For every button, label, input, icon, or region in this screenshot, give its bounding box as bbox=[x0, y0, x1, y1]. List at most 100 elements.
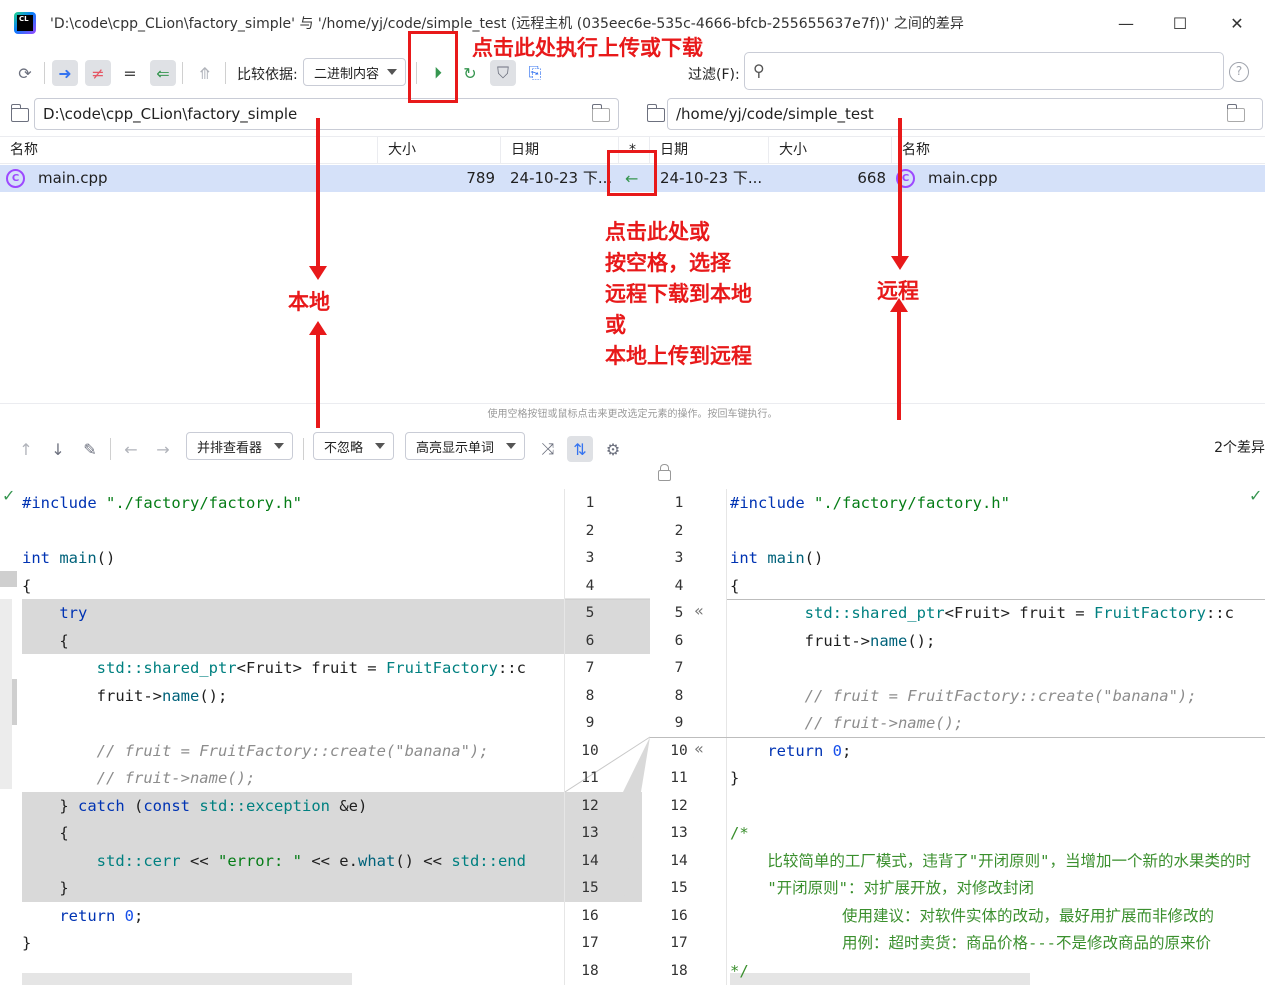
back-icon[interactable]: ← bbox=[118, 436, 144, 462]
file-date-right: 24-10-23 下... bbox=[660, 169, 763, 187]
line-number: 15 bbox=[581, 880, 599, 896]
remote-path-input[interactable]: /home/yj/code/simple_test bbox=[667, 98, 1263, 130]
col-size-left[interactable]: 大小 bbox=[378, 137, 501, 164]
line-number: 8 bbox=[674, 687, 684, 704]
annotation-execute: 点击此处执行上传或下载 bbox=[472, 36, 703, 60]
col-date-left[interactable]: 日期 bbox=[501, 137, 619, 164]
code-line: */ bbox=[730, 961, 749, 980]
refresh-icon[interactable]: ⟳ bbox=[12, 60, 38, 86]
window-title: 'D:\code\cpp_CLion\factory_simple' 与 '/h… bbox=[50, 16, 964, 32]
arrow-down-icon bbox=[309, 118, 327, 280]
annotation-local: 本地 bbox=[288, 290, 330, 314]
code-line: try bbox=[59, 604, 88, 622]
filter-input[interactable]: ⚲ bbox=[744, 52, 1224, 90]
hint-text: 使用空格按钮或鼠标点击来更改选定元素的操作。按回车键执行。 bbox=[487, 409, 778, 420]
line-number: 11 bbox=[581, 770, 599, 786]
viewer-select[interactable]: 并排查看器 bbox=[186, 432, 293, 460]
arrow-down-icon bbox=[891, 118, 909, 270]
col-name-left[interactable]: 名称 bbox=[0, 137, 378, 164]
code-line: // fruit->name(); bbox=[22, 769, 256, 787]
code-line: /* bbox=[730, 824, 749, 842]
line-number: 9 bbox=[585, 715, 595, 731]
line-number: 9 bbox=[674, 715, 684, 731]
highlight-select[interactable]: 高亮显示单词 bbox=[405, 432, 525, 460]
line-number: 4 bbox=[674, 577, 684, 594]
local-path-input[interactable]: D:\code\cpp_CLion\factory_simple bbox=[34, 98, 619, 130]
code-line: #include "./factory/factory.h" bbox=[730, 494, 1010, 512]
code-line: // fruit = FruitFactory::create("banana"… bbox=[22, 741, 489, 760]
file-name-left: main.cpp bbox=[38, 169, 108, 187]
ignore-select[interactable]: 不忽略 bbox=[313, 432, 394, 460]
sync-scroll-icon[interactable]: ⇅ bbox=[567, 436, 593, 462]
prev-diff-icon[interactable]: ↑ bbox=[13, 436, 39, 462]
next-diff-icon[interactable]: ↓ bbox=[45, 436, 71, 462]
line-number: 3 bbox=[585, 550, 595, 566]
help-icon[interactable]: ? bbox=[1229, 62, 1249, 82]
collapse-icon[interactable]: ⤨ bbox=[535, 436, 561, 462]
diff-toolbar: ↑ ↓ ✎ ← → 并排查看器 不忽略 高亮显示单词 ⤨ ⇅ ⚙ 2个差异 bbox=[0, 428, 1265, 466]
file-size-left: 789 bbox=[466, 169, 495, 187]
apply-change-icon[interactable]: « bbox=[694, 739, 704, 758]
line-number: 6 bbox=[585, 632, 595, 649]
code-line: { bbox=[22, 824, 69, 842]
line-number: 5 bbox=[585, 605, 595, 621]
code-line: "开闭原则"：对扩展开放，对修改封闭 bbox=[730, 879, 1034, 897]
code-line: { bbox=[22, 631, 69, 650]
action-highlight-box bbox=[607, 150, 657, 196]
filter-label: 过滤(F): bbox=[688, 67, 740, 83]
cpp-file-icon: C bbox=[6, 169, 25, 188]
show-different-icon[interactable]: ≠ bbox=[85, 60, 111, 86]
edit-icon[interactable]: ✎ bbox=[77, 436, 103, 462]
line-number: 6 bbox=[674, 632, 684, 649]
close-button[interactable]: ✕ bbox=[1217, 8, 1257, 38]
code-line: 使用建议：对软件实体的改动，最好用扩展而非修改的 bbox=[730, 906, 1214, 925]
file-name-right: main.cpp bbox=[928, 169, 998, 187]
code-line: 比较简单的工厂模式，违背了"开闭原则"，当增加一个新的水果类的时 bbox=[730, 851, 1251, 870]
code-line: return 0; bbox=[767, 741, 852, 760]
compare-by-label: 比较依据: bbox=[237, 67, 298, 83]
line-number: 7 bbox=[674, 660, 684, 676]
apply-change-icon[interactable]: « bbox=[694, 601, 704, 620]
folder-icon bbox=[10, 104, 29, 122]
code-line: } bbox=[22, 879, 69, 897]
line-number: 8 bbox=[585, 687, 595, 704]
compare-by-select[interactable]: 二进制内容 bbox=[303, 58, 406, 86]
line-number: 5 bbox=[674, 605, 684, 621]
line-number: 1 bbox=[674, 495, 684, 511]
line-number: 14 bbox=[581, 852, 599, 869]
line-number: 12 bbox=[581, 797, 599, 814]
line-number: 15 bbox=[670, 880, 688, 896]
show-equal-icon[interactable]: = bbox=[117, 60, 143, 86]
show-new-left-icon[interactable]: ➜ bbox=[52, 60, 78, 86]
code-line: int main() bbox=[730, 549, 824, 567]
code-line: // fruit->name(); bbox=[730, 714, 964, 732]
col-name-right[interactable]: 名称 bbox=[892, 137, 1265, 164]
file-date-left: 24-10-23 下... bbox=[510, 169, 613, 187]
code-line: { bbox=[22, 576, 32, 595]
code-line: } catch (const std::exception &e) bbox=[22, 796, 368, 815]
show-new-right-icon[interactable]: ⇐ bbox=[150, 60, 176, 86]
lock-icon[interactable] bbox=[658, 464, 671, 481]
gear-icon[interactable]: ⚙ bbox=[600, 436, 626, 462]
arrow-up-icon bbox=[309, 321, 327, 428]
col-date-right[interactable]: 日期 bbox=[650, 137, 769, 164]
line-number: 3 bbox=[674, 550, 684, 566]
forward-icon[interactable]: → bbox=[150, 436, 176, 462]
line-number: 12 bbox=[670, 797, 688, 814]
line-number: 10 bbox=[581, 742, 599, 759]
col-size-right[interactable]: 大小 bbox=[769, 137, 892, 164]
line-number: 16 bbox=[581, 907, 599, 924]
merge-icon[interactable]: ⤊ bbox=[192, 60, 218, 86]
minimize-button[interactable]: — bbox=[1106, 8, 1146, 38]
browse-folder-icon[interactable] bbox=[591, 104, 610, 122]
remote-path-row: /home/yj/code/simple_test bbox=[640, 98, 1265, 130]
maximize-button[interactable]: ☐ bbox=[1160, 8, 1200, 38]
file-size-right: 668 bbox=[857, 169, 886, 187]
code-line: #include "./factory/factory.h" bbox=[22, 494, 302, 512]
code-line: // fruit = FruitFactory::create("banana"… bbox=[730, 686, 1197, 705]
browse-folder-icon[interactable] bbox=[1226, 104, 1245, 122]
line-number: 2 bbox=[585, 522, 595, 539]
